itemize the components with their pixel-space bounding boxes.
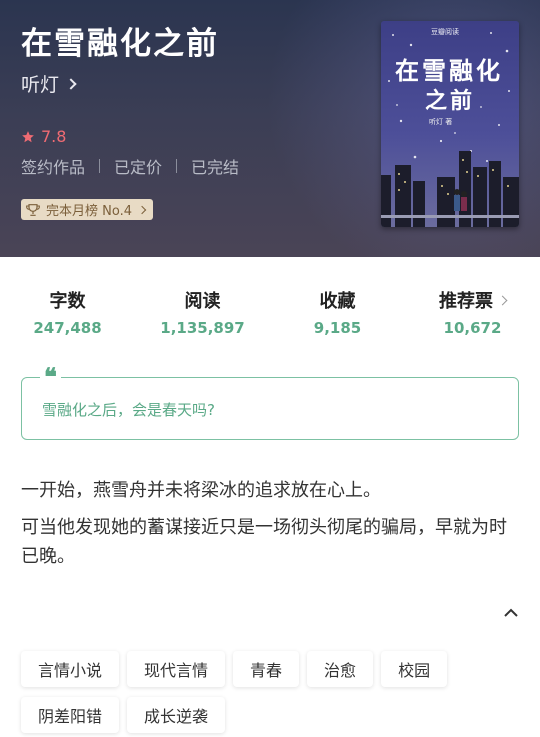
meta-signed: 签约作品	[21, 158, 86, 177]
stat-label: 阅读	[184, 291, 221, 312]
description-paragraph: 一开始，燕雪舟并未将梁冰的追求放在心上。	[21, 480, 381, 501]
chevron-right-icon	[497, 295, 508, 305]
stat-value: 247,488	[33, 319, 102, 337]
tag-item[interactable]: 阴差阳错	[21, 697, 120, 733]
stat-label: 推荐票	[439, 291, 493, 312]
book-description: 一开始，燕雪舟并未将梁冰的追求放在心上。 可当他发现她的蓄谋接近只是一场彻头彻尾…	[21, 476, 521, 571]
star-icon	[22, 130, 34, 142]
cover-publisher: 豆瓣阅读	[431, 28, 459, 36]
tag-list: 言情小说 现代言情 青春 治愈 校园 阴差阳错 成长逆袭	[21, 651, 521, 733]
quote-icon: ❝	[40, 365, 61, 389]
rank-badge[interactable]: 完本月榜 No.4	[21, 199, 153, 220]
chevron-up-icon[interactable]	[504, 606, 518, 620]
trophy-icon	[26, 203, 40, 216]
book-cover[interactable]: 豆瓣阅读 在雪融化 之前 听灯 著	[381, 21, 519, 227]
tag-item[interactable]: 校园	[381, 651, 448, 687]
divider	[176, 159, 178, 173]
tag-item[interactable]: 治愈	[307, 651, 374, 687]
cover-author: 听灯 著	[429, 118, 453, 126]
stat-word-count: 字数 247,488	[0, 287, 135, 337]
tag-item[interactable]: 现代言情	[127, 651, 226, 687]
tag-item[interactable]: 言情小说	[21, 651, 120, 687]
rank-label: 完本月榜 No.4	[46, 204, 132, 219]
divider	[99, 159, 101, 173]
author-name: 听灯	[21, 74, 60, 96]
city-skyline	[381, 151, 519, 227]
meta-priced: 已定价	[114, 158, 163, 177]
stat-value: 1,135,897	[160, 319, 245, 337]
book-title: 在雪融化之前	[21, 26, 219, 62]
tag-item[interactable]: 青春	[233, 651, 300, 687]
rating-value: 7.8	[41, 127, 67, 146]
stat-label: 收藏	[319, 291, 356, 312]
description-paragraph: 可当他发现她的蓄谋接近只是一场彻头彻尾的骗局，早就为时已晚。	[21, 517, 507, 567]
stat-value: 9,185	[313, 319, 362, 337]
stat-value: 10,672	[443, 319, 502, 337]
stat-label: 字数	[49, 291, 86, 312]
meta-finished: 已完结	[191, 158, 240, 177]
tagline-box: ❝ 雪融化之后，会是春天吗?	[21, 365, 519, 440]
tagline-text: 雪融化之后，会是春天吗?	[42, 401, 215, 419]
cover-title-line2: 之前	[425, 89, 476, 114]
rating: 7.8	[21, 127, 66, 146]
book-stats: 字数 247,488 阅读 1,135,897 收藏 9,185 推荐票 10,…	[0, 287, 540, 337]
book-meta: 签约作品 已定价 已完结	[21, 154, 239, 178]
author-link[interactable]: 听灯	[21, 70, 77, 97]
cover-title-line1: 在雪融化	[395, 57, 503, 85]
chevron-right-icon	[137, 205, 147, 214]
tag-item[interactable]: 成长逆袭	[127, 697, 226, 733]
stat-recommend-votes[interactable]: 推荐票 10,672	[405, 287, 540, 337]
stat-reads: 阅读 1,135,897	[135, 287, 270, 337]
chevron-right-icon	[65, 77, 77, 90]
stat-favorites: 收藏 9,185	[270, 287, 405, 337]
book-header: 在雪融化之前 听灯 7.8 签约作品 已定价 已完结 完本月榜 No.4 豆瓣阅…	[0, 0, 540, 257]
